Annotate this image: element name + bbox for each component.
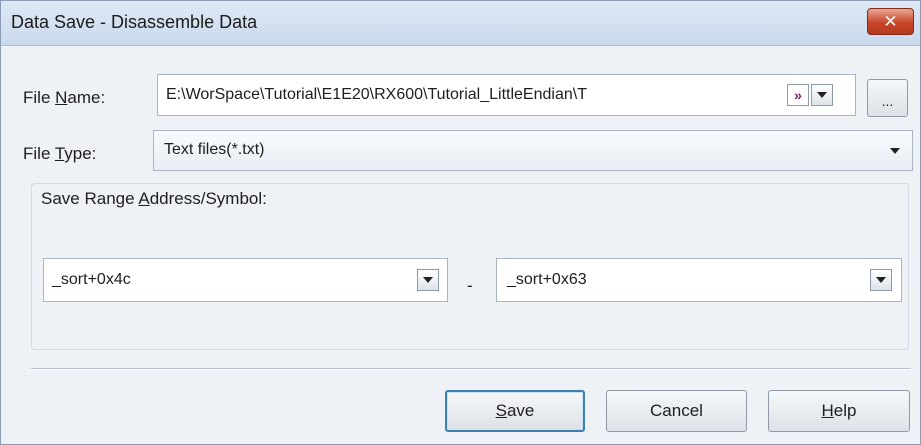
range-end-combo[interactable]: _sort+0x63 [496,258,902,302]
file-name-input[interactable]: E:\WorSpace\Tutorial\E1E20\RX600\Tutoria… [166,86,587,104]
save-button-label: Save [495,401,535,420]
range-start-combo[interactable]: _sort+0x4c [43,258,448,302]
browse-button-label: ... [881,93,894,109]
dropdown-arrow-icon [876,277,886,283]
range-end-dropdown-button[interactable] [870,269,892,291]
data-save-dialog: Data Save - Disassemble Data ✕ File Name… [0,0,921,445]
dropdown-arrow-icon [890,148,900,154]
close-button[interactable]: ✕ [867,8,914,35]
save-button[interactable]: Save [445,390,585,432]
dropdown-arrow-icon [423,277,433,283]
range-separator: - [467,276,473,295]
file-type-label: File Type: [23,144,97,163]
help-button-label: Help [821,401,857,420]
dialog-title: Data Save - Disassemble Data [11,12,258,32]
file-name-dropdown-button[interactable] [811,84,833,106]
macro-insert-icon: » [794,87,802,103]
footer-separator [31,368,911,370]
save-range-label: Save Range Address/Symbol: [41,189,267,208]
file-name-label: File Name: [23,88,106,107]
help-button[interactable]: Help [768,390,910,432]
range-start-input[interactable]: _sort+0x4c [52,271,131,289]
cancel-button-label: Cancel [650,401,703,420]
file-name-combo[interactable]: E:\WorSpace\Tutorial\E1E20\RX600\Tutoria… [157,74,856,116]
file-type-value: Text files(*.txt) [164,141,265,158]
macro-insert-button[interactable]: » [787,84,809,106]
range-end-input[interactable]: _sort+0x63 [507,271,587,289]
close-icon: ✕ [883,11,898,31]
range-start-dropdown-button[interactable] [417,269,439,291]
dropdown-arrow-icon [817,92,827,98]
browse-button[interactable]: ... [867,79,908,117]
title-bar[interactable]: Data Save - Disassemble Data ✕ [1,1,920,46]
cancel-button[interactable]: Cancel [606,390,747,432]
file-type-select[interactable]: Text files(*.txt) [153,130,913,171]
